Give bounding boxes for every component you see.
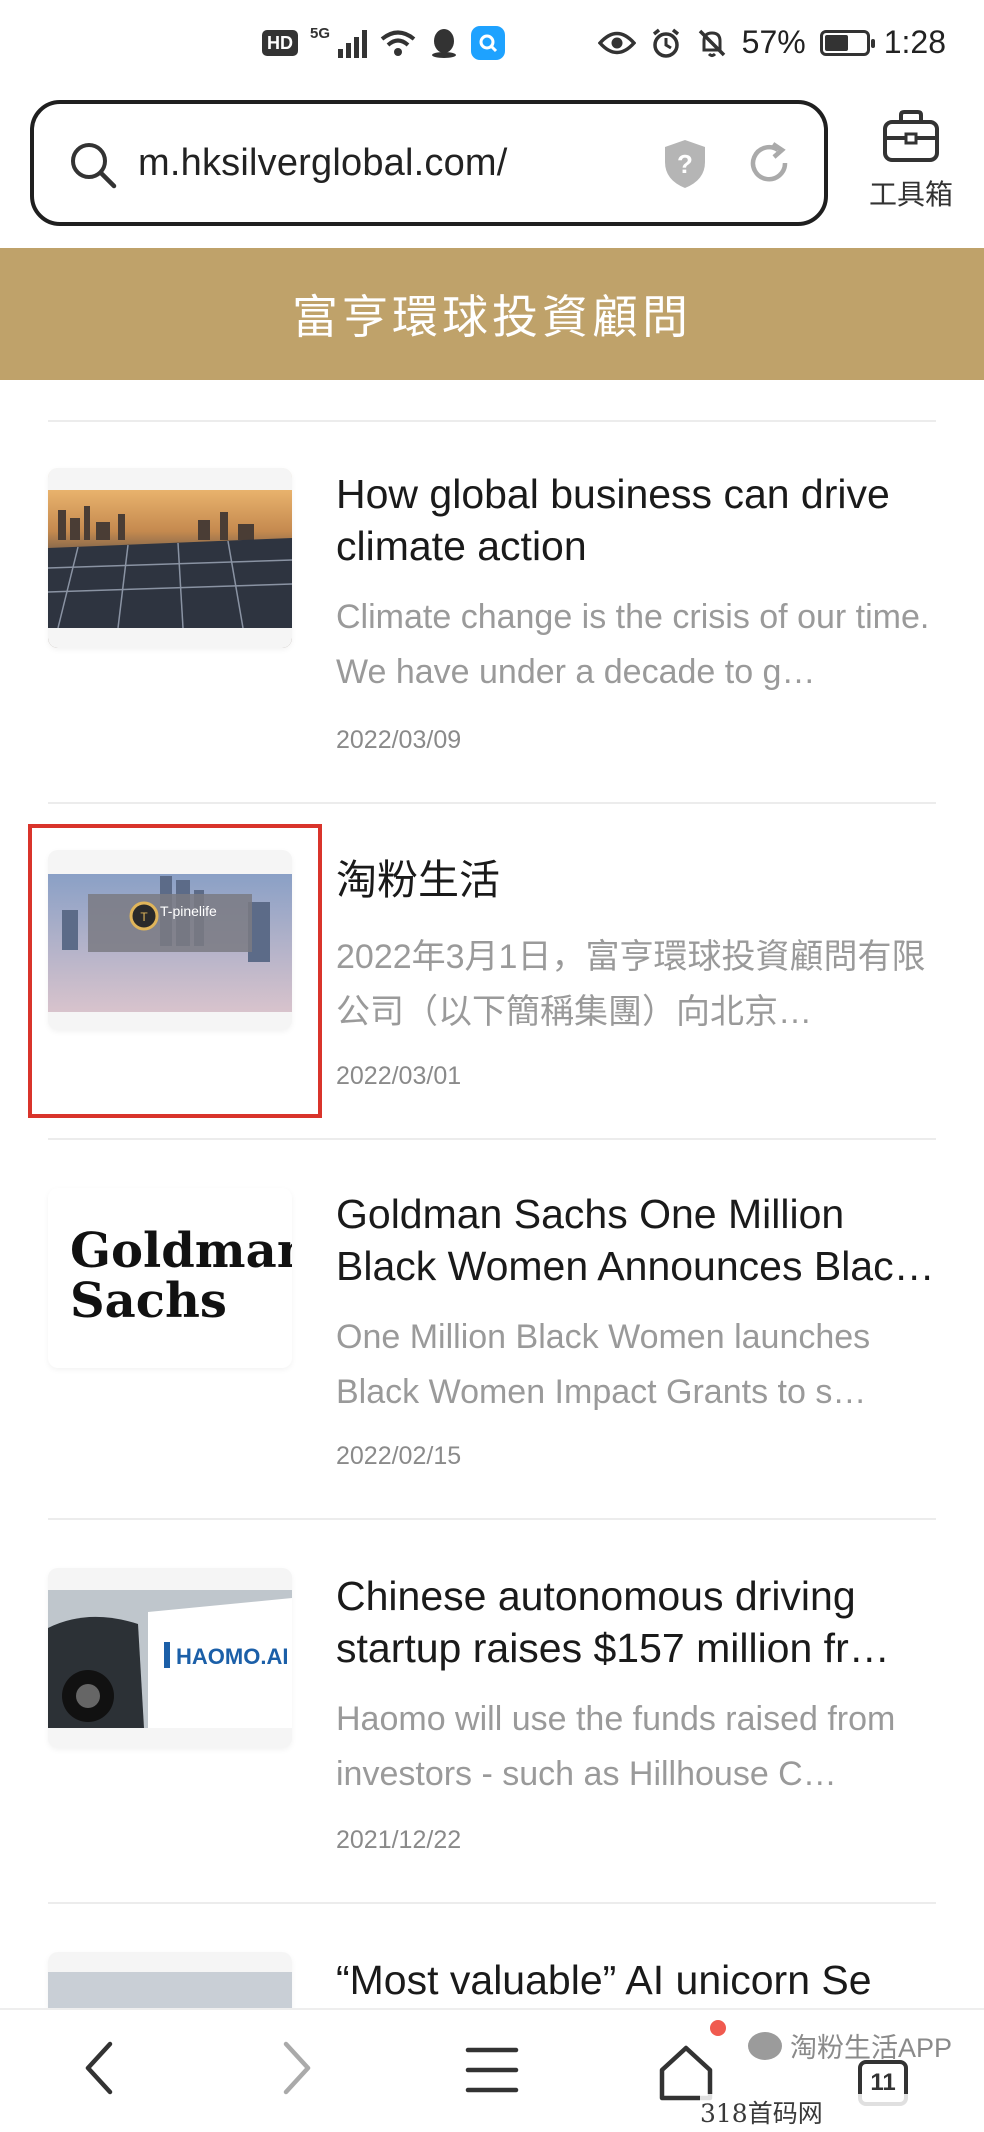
hd-badge: HD	[262, 30, 298, 56]
solar-panel-city-image	[48, 468, 292, 648]
forward-icon[interactable]	[276, 2038, 316, 2098]
address-bar[interactable]: m.hksilverglobal.com/ ?	[30, 100, 828, 226]
toolbox-button[interactable]: 工具箱	[858, 108, 964, 213]
status-bar: HD 5G 57% 1:28	[0, 0, 984, 92]
article-thumbnail[interactable]: HAOMO.AI	[48, 1568, 292, 1748]
battery-percent: 57%	[741, 24, 806, 60]
thumb-brand: HAOMO.AI	[176, 1644, 288, 1669]
toolbox-label: 工具箱	[868, 179, 953, 210]
highlight-annotation-box	[28, 824, 322, 1118]
article-date: 2022/03/09	[336, 726, 462, 754]
article-date: 2021/12/22	[336, 1826, 462, 1854]
menu-icon[interactable]	[464, 2044, 520, 2096]
list-item[interactable]: How global business can drive climate ac…	[0, 420, 984, 804]
article-title[interactable]: Chinese autonomous driving startup raise…	[336, 1570, 936, 1674]
search-icon	[71, 143, 117, 189]
wechat-icon	[748, 2031, 782, 2060]
wifi-icon	[380, 30, 416, 56]
article-thumbnail[interactable]: Goldman Sachs	[48, 1188, 292, 1368]
goldman-sachs-logo: Goldman Sachs	[70, 1226, 292, 1326]
logo-line-2: Sachs	[70, 1273, 227, 1329]
network-type: 5G	[310, 25, 331, 42]
browser-app-icon	[471, 26, 506, 60]
wechat-watermark-text: 淘粉生活APP	[790, 2033, 953, 2063]
article-date: 2022/02/15	[336, 1442, 462, 1470]
alarm-icon	[652, 28, 679, 58]
url-text[interactable]: m.hksilverglobal.com/	[138, 142, 508, 185]
article-thumbnail[interactable]	[48, 1952, 292, 2008]
svg-text:?: ?	[677, 149, 693, 179]
article-date: 2022/03/01	[336, 1062, 462, 1090]
back-icon[interactable]	[80, 2038, 120, 2098]
battery-icon	[819, 29, 875, 56]
article-title[interactable]: “Most valuable” AI unicorn Se	[336, 1954, 936, 2006]
site-header: 富亨環球投資顧問	[0, 248, 984, 380]
site-title: 富亨環球投資顧問	[292, 290, 692, 344]
list-item[interactable]: Goldman Sachs Goldman Sachs One Million …	[0, 1140, 984, 1520]
article-summary: One Million Black Women launches Black W…	[336, 1318, 871, 1411]
qq-icon	[432, 29, 457, 58]
article-summary: 2022年3月1日，富亨環球投資顧問有限公司（以下簡稱集團）向北京…	[336, 938, 926, 1031]
article-title[interactable]: 淘粉生活	[336, 854, 936, 906]
list-item[interactable]: HAOMO.AI Chinese autonomous driving star…	[0, 1520, 984, 1904]
status-right-icons: 57% 1:28	[597, 24, 946, 61]
refresh-icon[interactable]	[744, 138, 794, 188]
article-title[interactable]: How global business can drive climate ac…	[336, 468, 936, 572]
security-shield-icon[interactable]: ?	[662, 138, 708, 190]
notification-dot	[710, 2020, 726, 2036]
toolbox-icon	[883, 110, 939, 162]
article-thumbnail[interactable]	[48, 468, 292, 648]
mute-bell-icon	[698, 29, 725, 57]
eye-icon	[597, 31, 636, 54]
status-left-icons: HD 5G	[262, 25, 506, 60]
battery-fill	[824, 34, 848, 51]
haomo-car-image: HAOMO.AI	[48, 1568, 292, 1748]
article-title[interactable]: Goldman Sachs One Million Black Women An…	[336, 1188, 936, 1292]
list-item[interactable]: “Most valuable” AI unicorn Se	[0, 1904, 984, 2008]
logo-line-1: Goldman	[70, 1223, 292, 1279]
signal-icon	[338, 28, 368, 58]
wechat-watermark: 淘粉生活APP	[748, 2026, 952, 2065]
article-summary: Climate change is the crisis of our time…	[336, 598, 930, 691]
clock: 1:28	[883, 24, 946, 60]
site-watermark: 318首码网 www.E318.com	[700, 2094, 984, 2132]
article-summary: Haomo will use the funds raised from inv…	[336, 1700, 896, 1793]
